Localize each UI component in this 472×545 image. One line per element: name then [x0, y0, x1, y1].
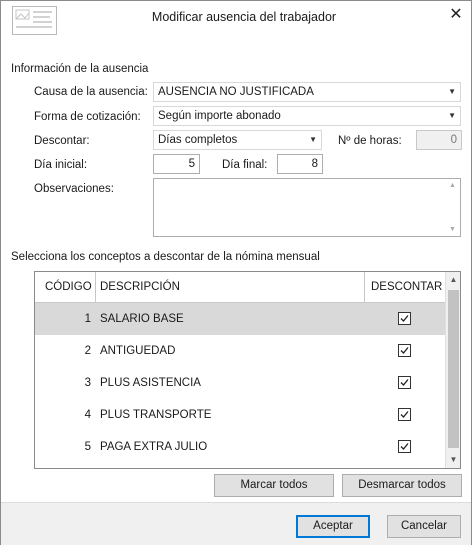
absence-section-title: Información de la ausencia	[11, 63, 149, 75]
close-button[interactable]: ✕	[442, 4, 470, 26]
row-code: 1	[84, 313, 91, 325]
deduct-checkbox[interactable]	[398, 312, 411, 325]
column-divider[interactable]	[95, 272, 96, 303]
scroll-down-arrow-icon: ▼	[449, 226, 456, 233]
row-description: SALARIO BASE	[100, 313, 184, 325]
title-bar: Modificar ausencia del trabajador ✕	[1, 1, 471, 39]
dialog-footer: Aceptar Cancelar	[1, 502, 471, 545]
row-code: 4	[84, 409, 91, 421]
cause-select[interactable]: AUSENCIA NO JUSTIFICADA ▼	[153, 82, 461, 102]
deduct-checkbox[interactable]	[398, 344, 411, 357]
column-header-code[interactable]: CÓDIGO	[45, 272, 92, 303]
start-day-field[interactable]: 5	[153, 154, 200, 174]
cause-value: AUSENCIA NO JUSTIFICADA	[158, 86, 314, 98]
row-code: 3	[84, 377, 91, 389]
scroll-up-arrow-icon[interactable]: ▲	[446, 272, 460, 288]
contribution-select[interactable]: Según importe abonado ▼	[153, 106, 461, 126]
deduct-value: Días completos	[158, 134, 238, 146]
column-divider[interactable]	[364, 272, 365, 303]
table-row[interactable]: 2 ANTIGUEDAD	[35, 335, 445, 367]
row-description: ANTIGUEDAD	[100, 345, 176, 357]
checkmark-icon	[400, 347, 409, 354]
deduct-checkbox[interactable]	[398, 376, 411, 389]
row-description: PAGA EXTRA JULIO	[100, 441, 208, 453]
unmark-all-button[interactable]: Desmarcar todos	[342, 474, 462, 497]
notes-textarea[interactable]: ▲ ▼	[153, 178, 461, 237]
dialog-window: Modificar ausencia del trabajador ✕ Info…	[0, 0, 472, 545]
row-code: 5	[84, 441, 91, 453]
chevron-down-icon: ▼	[309, 135, 317, 144]
end-day-label: Día final:	[222, 159, 268, 171]
contribution-label: Forma de cotización:	[34, 111, 141, 123]
cause-label: Causa de la ausencia:	[34, 86, 148, 98]
checkmark-icon	[400, 443, 409, 450]
accept-button[interactable]: Aceptar	[296, 515, 370, 538]
cancel-button[interactable]: Cancelar	[387, 515, 461, 538]
end-day-field[interactable]: 8	[277, 154, 323, 174]
checkmark-icon	[400, 315, 409, 322]
chevron-down-icon: ▼	[448, 111, 456, 120]
column-header-description[interactable]: DESCRIPCIÓN	[100, 272, 180, 303]
concepts-section-title: Selecciona los conceptos a descontar de …	[11, 251, 320, 263]
deduct-label: Descontar:	[34, 135, 90, 147]
grid-scrollbar[interactable]: ▲ ▼	[445, 272, 460, 468]
row-code: 2	[84, 345, 91, 357]
table-row[interactable]: 1 SALARIO BASE	[35, 303, 445, 335]
column-header-deduct[interactable]: DESCONTAR	[371, 272, 442, 303]
dialog-title: Modificar ausencia del trabajador	[151, 10, 337, 24]
deduct-checkbox[interactable]	[398, 440, 411, 453]
row-description: PLUS TRANSPORTE	[100, 409, 212, 421]
scroll-up-arrow-icon: ▲	[449, 182, 456, 189]
checkmark-icon	[400, 379, 409, 386]
table-row[interactable]: 4 PLUS TRANSPORTE	[35, 399, 445, 431]
scroll-down-arrow-icon[interactable]: ▼	[446, 452, 460, 468]
table-row[interactable]: 3 PLUS ASISTENCIA	[35, 367, 445, 399]
start-day-label: Día inicial:	[34, 159, 88, 171]
contribution-value: Según importe abonado	[158, 110, 281, 122]
notes-label: Observaciones:	[34, 183, 114, 195]
deduct-select[interactable]: Días completos ▼	[153, 130, 322, 150]
mark-all-button[interactable]: Marcar todos	[214, 474, 334, 497]
close-icon: ✕	[449, 6, 463, 23]
concepts-grid[interactable]: CÓDIGO DESCRIPCIÓN DESCONTAR 1 SALARIO BA…	[34, 271, 461, 469]
notes-scrollbar[interactable]: ▲ ▼	[446, 179, 460, 236]
scrollbar-thumb[interactable]	[448, 290, 459, 448]
chevron-down-icon: ▼	[448, 87, 456, 96]
grid-header: CÓDIGO DESCRIPCIÓN DESCONTAR	[35, 272, 445, 303]
hours-label: Nº de horas:	[338, 135, 402, 147]
row-description: PLUS ASISTENCIA	[100, 377, 201, 389]
checkmark-icon	[400, 411, 409, 418]
deduct-checkbox[interactable]	[398, 408, 411, 421]
table-row[interactable]: 5 PAGA EXTRA JULIO	[35, 431, 445, 463]
hours-field[interactable]: 0	[416, 130, 462, 150]
